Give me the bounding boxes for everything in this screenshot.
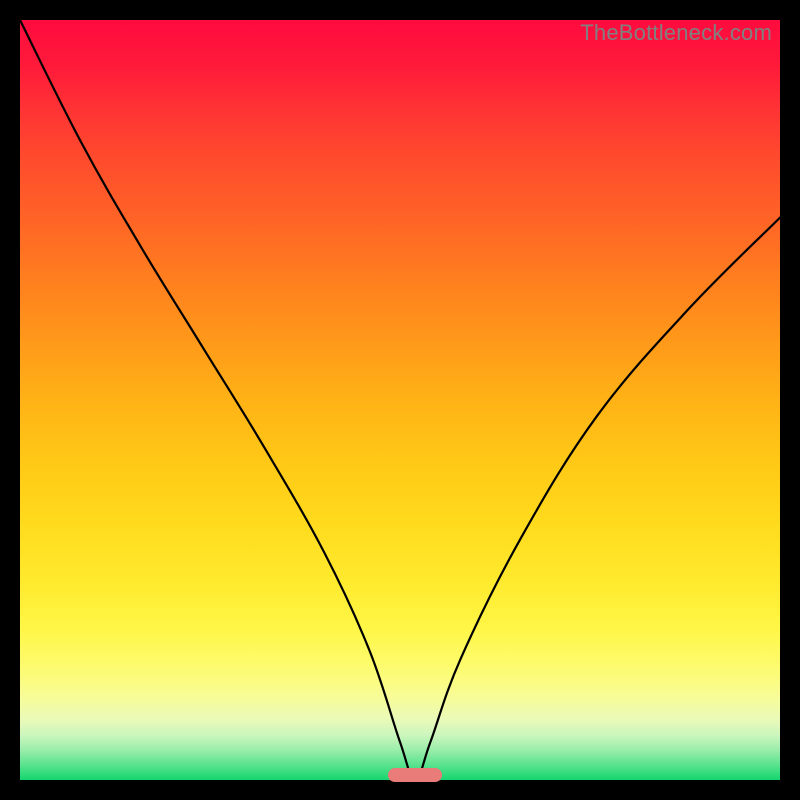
minimum-marker <box>388 768 442 782</box>
chart-plot-area: TheBottleneck.com <box>20 20 780 780</box>
chart-frame: TheBottleneck.com <box>20 20 780 780</box>
bottleneck-curve <box>20 20 780 780</box>
